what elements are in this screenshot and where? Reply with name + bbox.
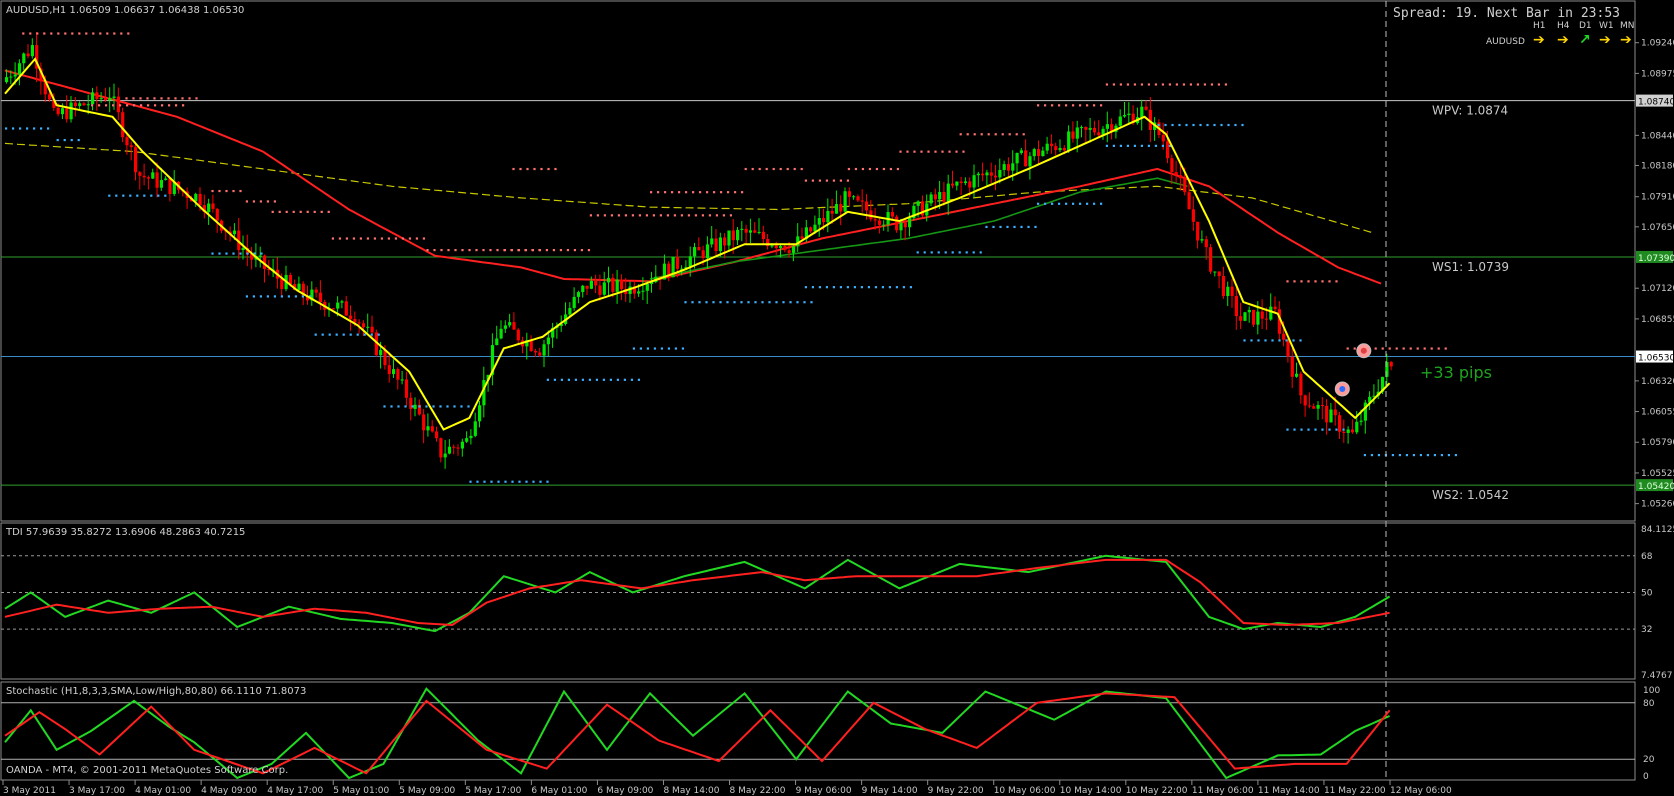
x-tick-label: 8 May 22:00: [730, 786, 786, 796]
y-tick-label: 1.07120: [1641, 284, 1674, 294]
y-tick-label: 1.05790: [1641, 438, 1674, 448]
svg-text:1.07390: 1.07390: [1638, 254, 1674, 264]
chart-window: WPV: 1.0874 1.08740 WS1: 1.0739 1.07390 WS2:…: [0, 0, 1674, 796]
pivot-label-ws1: WS1: 1.0739: [1432, 260, 1509, 274]
y-tick-label: 1.06320: [1641, 377, 1674, 387]
candle: [1252, 309, 1256, 328]
x-tick-label: 11 May 06:00: [1192, 786, 1254, 796]
tdi-tick-label: 50: [1641, 588, 1653, 598]
x-tick-label: 4 May 17:00: [267, 786, 323, 796]
y-tick-label: 1.07910: [1641, 193, 1674, 203]
trade-marker: [1334, 381, 1350, 397]
pips-label: +33 pips: [1420, 363, 1492, 382]
trend-arrow-icon: ➔: [1533, 32, 1545, 48]
svg-text:1.05420: 1.05420: [1638, 482, 1674, 492]
timeframe-label: MN: [1620, 21, 1635, 31]
y-tick-label: 1.08975: [1641, 69, 1674, 79]
x-tick-label: 12 May 06:00: [1390, 786, 1452, 796]
svg-text:1.06530: 1.06530: [1638, 354, 1674, 364]
x-tick-label: 4 May 09:00: [201, 786, 257, 796]
resistance-dots: [271, 210, 330, 213]
trade-marker: [1356, 343, 1372, 359]
tdi-tick-label: 84.1125: [1641, 525, 1674, 535]
y-tick-label: 1.07650: [1641, 223, 1674, 233]
support-dots: [1243, 339, 1302, 342]
x-tick-label: 5 May 01:00: [333, 786, 389, 796]
trend-arrow-icon: ➔: [1620, 32, 1632, 48]
timeframe-label: H4: [1557, 21, 1570, 31]
stoch-tick-label: 100: [1643, 686, 1660, 696]
y-tick-label: 1.08180: [1641, 161, 1674, 171]
trend-arrow-icon: ➔: [1599, 32, 1611, 48]
candle: [121, 107, 125, 143]
timeframe-label: H1: [1533, 21, 1546, 31]
spread-info: Spread: 19. Next Bar in 23:53: [1393, 6, 1620, 21]
stoch-tick-label: 0: [1643, 772, 1649, 782]
copyright-text: OANDA - MT4, © 2001-2011 MetaQuotes Soft…: [6, 765, 288, 776]
x-tick-label: 5 May 09:00: [399, 786, 455, 796]
x-tick-label: 5 May 17:00: [465, 786, 521, 796]
timeframe-label: W1: [1599, 21, 1614, 31]
pivot-price-tag-ws1: 1.07390: [1636, 250, 1674, 264]
x-tick-label: 3 May 2011: [3, 786, 56, 796]
y-tick-label: 1.05260: [1641, 500, 1674, 510]
current-price-tag: 1.06530: [1636, 350, 1674, 364]
stoch-tick-label: 80: [1643, 699, 1655, 709]
trend-arrow-icon: ➔: [1557, 32, 1569, 48]
pivot-label-wpv: WPV: 1.0874: [1432, 104, 1508, 118]
x-tick-label: 9 May 14:00: [862, 786, 918, 796]
candle: [1243, 311, 1247, 322]
x-tick-label: 10 May 06:00: [994, 786, 1056, 796]
candle: [895, 214, 899, 233]
pivot-price-tag-wpv: 1.08740: [1636, 94, 1674, 108]
y-tick-label: 1.06055: [1641, 408, 1674, 418]
x-tick-label: 4 May 01:00: [135, 786, 191, 796]
pivot-price-tag-ws2: 1.05420: [1636, 479, 1674, 492]
y-tick-label: 1.08440: [1641, 131, 1674, 141]
x-tick-label: 11 May 14:00: [1258, 786, 1320, 796]
resistance-dots: [589, 214, 732, 217]
tdi-tick-label: 68: [1641, 552, 1653, 562]
symbol-header: AUDUSD,H1 1.06509 1.06637 1.06438 1.0653…: [6, 5, 244, 16]
x-tick-label: 10 May 22:00: [1126, 786, 1188, 796]
y-tick-label: 1.09240: [1641, 39, 1674, 49]
tdi-tick-label: 32: [1641, 625, 1652, 635]
x-tick-label: 9 May 06:00: [796, 786, 852, 796]
x-tick-label: 10 May 14:00: [1060, 786, 1122, 796]
tdi-header: TDI 57.9639 35.8272 13.6906 48.2863 40.7…: [5, 527, 245, 538]
resistance-dots: [744, 167, 803, 171]
x-tick-label: 8 May 14:00: [663, 786, 719, 796]
svg-text:1.08740: 1.08740: [1638, 98, 1674, 108]
candle: [843, 187, 847, 213]
tdi-tick-label: 7.4767: [1641, 671, 1673, 681]
trend-arrow-icon: ↗: [1579, 32, 1591, 48]
pivot-label-ws2: WS2: 1.0542: [1432, 488, 1509, 502]
trend-symbol-label: AUDUSD: [1486, 37, 1525, 47]
x-tick-label: 11 May 22:00: [1324, 786, 1386, 796]
x-tick-label: 3 May 17:00: [69, 786, 125, 796]
timeframe-label: D1: [1579, 21, 1592, 31]
y-tick-label: 1.06855: [1641, 315, 1674, 325]
support-dots: [108, 194, 167, 197]
support-dots: [1286, 428, 1345, 431]
stoch-tick-label: 20: [1643, 755, 1655, 765]
x-tick-label: 9 May 22:00: [928, 786, 984, 796]
candle: [1209, 244, 1213, 274]
y-tick-label: 1.05525: [1641, 469, 1674, 479]
stochastic-header: Stochastic (H1,8,3,3,SMA,Low/High,80,80)…: [6, 686, 306, 697]
x-tick-label: 6 May 09:00: [597, 786, 653, 796]
x-tick-label: 6 May 01:00: [531, 786, 587, 796]
